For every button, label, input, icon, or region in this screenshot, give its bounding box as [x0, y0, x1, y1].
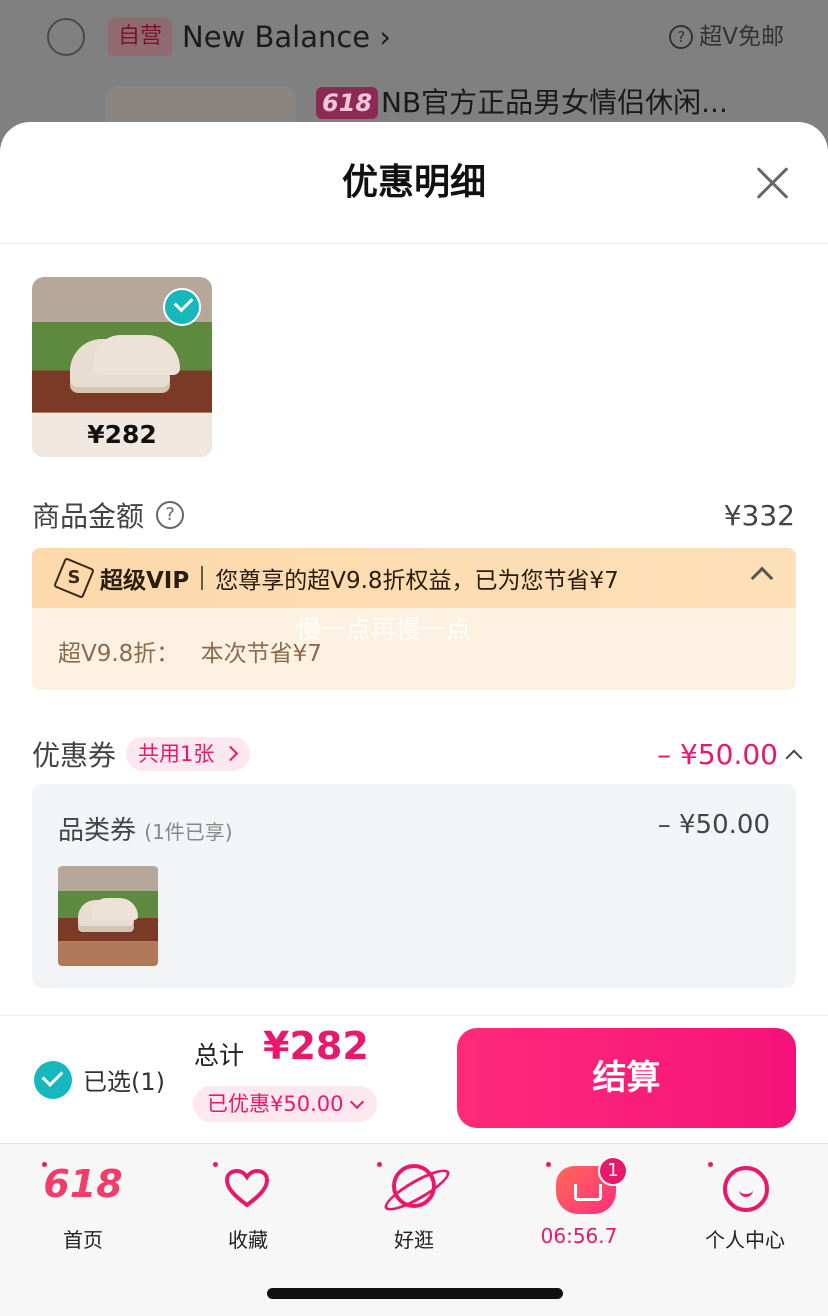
vip-shipping: ? 超V免邮 — [669, 18, 784, 56]
coupon-right: – ¥50.00 — [657, 737, 803, 771]
tab-profile-icon-wrap — [680, 1156, 810, 1216]
tab-home-icon-wrap: 618 — [18, 1156, 148, 1216]
shoe-shape — [94, 335, 180, 375]
divider — [201, 566, 204, 590]
tab-label: 好逛 — [394, 1228, 434, 1252]
tab-label: 个人中心 — [705, 1228, 785, 1252]
618-icon: 618 — [43, 1162, 123, 1206]
chevron-up-icon[interactable] — [750, 566, 774, 590]
cart-count-badge: 1 — [598, 1156, 628, 1186]
sheet-title: 优惠明细 — [341, 162, 486, 203]
vip-benefit-header[interactable]: S 超级VIP 您尊享的超V9.8折权益，已为您节省¥7 — [32, 548, 796, 608]
discount-detail-sheet: 优惠明细 ¥282 商品金额 ? ¥332 S 超级VIP 您尊享的超V9.8折… — [0, 122, 828, 1316]
category-coupon-title: 品类券 (1件已享) — [58, 810, 233, 847]
amount-label-group: 商品金额 ? — [32, 495, 185, 535]
checkout-bar: 已选(1) 总计 ¥282 已优惠¥50.00 结算 — [0, 1015, 828, 1143]
vip-tag: 超级VIP — [100, 568, 190, 594]
coupon-row[interactable]: 优惠券 共用1张 – ¥50.00 — [32, 734, 803, 774]
tab-cart-icon-wrap: 1 — [514, 1156, 644, 1216]
coupon-label: 优惠券 — [32, 739, 117, 772]
tab-cart[interactable]: 1 06:56.7 — [514, 1156, 644, 1248]
heart-icon — [224, 1168, 270, 1208]
vip-s-icon: S — [53, 557, 95, 599]
watermark-text: 慢一点再慢一点 — [296, 615, 472, 644]
checkout-button[interactable]: 结算 — [457, 1028, 796, 1128]
total-value: ¥282 — [263, 1024, 369, 1068]
saved-amount-pill[interactable]: 已优惠¥50.00 — [193, 1086, 378, 1122]
chevron-up-icon[interactable] — [785, 749, 803, 767]
tab-home[interactable]: 618 首页 — [18, 1156, 148, 1253]
tab-label: 首页 — [63, 1228, 103, 1252]
checked-icon — [163, 288, 201, 326]
category-coupon-box: 品类券 (1件已享) – ¥50.00 — [32, 784, 796, 988]
category-coupon-note: (1件已享) — [144, 820, 233, 844]
selected-count: 已选(1) — [83, 1068, 165, 1096]
countdown-timer: 06:56.7 — [540, 1224, 618, 1248]
close-icon[interactable] — [754, 165, 790, 201]
coupon-amount: – ¥50.00 — [657, 737, 778, 771]
product-card[interactable]: ¥282 — [32, 277, 212, 457]
category-coupon-amount: – ¥50.00 — [657, 810, 770, 840]
planet-icon — [392, 1164, 436, 1208]
select-radio — [47, 18, 85, 56]
select-all-check-icon[interactable] — [34, 1061, 72, 1099]
tab-profile[interactable]: 个人中心 — [680, 1156, 810, 1253]
vip-detail-label: 超V9.8折： — [58, 641, 180, 667]
total-label: 总计 — [194, 1041, 245, 1070]
help-icon[interactable]: ? — [156, 501, 185, 529]
sheet-header: 优惠明细 — [0, 122, 828, 244]
coupon-count-pill[interactable]: 共用1张 — [126, 737, 251, 771]
tab-favorites[interactable]: 收藏 — [183, 1156, 313, 1253]
shoe-shape — [92, 898, 138, 920]
tab-label: 收藏 — [228, 1228, 268, 1252]
tab-explore-icon-wrap — [349, 1156, 479, 1216]
vip-benefit-text: 您尊享的超V9.8折权益，已为您节省¥7 — [215, 568, 619, 594]
product-price: ¥282 — [32, 413, 212, 457]
promo-badge: 618 — [316, 87, 379, 119]
self-operated-badge: 自营 — [108, 18, 173, 56]
product-image — [58, 866, 158, 966]
amount-label: 商品金额 — [32, 500, 145, 533]
question-icon: ? — [669, 25, 694, 49]
amount-row: 商品金额 ? ¥332 — [32, 494, 795, 536]
face-icon — [723, 1166, 769, 1212]
home-indicator[interactable] — [267, 1288, 563, 1299]
brand-name: New Balance › — [182, 20, 391, 54]
category-coupon-label: 品类券 — [58, 816, 137, 846]
amount-value: ¥332 — [723, 498, 795, 532]
category-product-thumbnail — [58, 866, 158, 966]
background-page: 自营 New Balance › ? 超V免邮 618 NB官方正品男女情侣休闲.… — [0, 0, 828, 146]
tab-explore[interactable]: 好逛 — [349, 1156, 479, 1253]
product-title: NB官方正品男女情侣休闲... — [381, 86, 728, 119]
coupon-left: 优惠券 共用1张 — [32, 734, 251, 774]
tab-favorites-icon-wrap — [183, 1156, 313, 1216]
